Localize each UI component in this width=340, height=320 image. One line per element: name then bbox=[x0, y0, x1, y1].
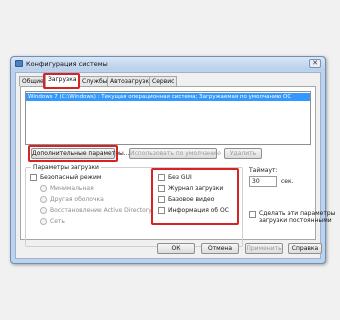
timeout-label: Таймаут: bbox=[249, 167, 278, 174]
tab-services[interactable]: Службы bbox=[79, 76, 111, 86]
ad-repair-label: Восстановление Active Directory bbox=[50, 207, 152, 214]
alternate-shell-label: Другая оболочка bbox=[50, 196, 104, 203]
system-configuration-window: Конфигурация системы ✕ Общие Загрузка Сл… bbox=[10, 56, 335, 264]
title-bar[interactable]: Конфигурация системы ✕ bbox=[11, 57, 325, 70]
network-label: Сеть bbox=[50, 218, 65, 225]
tab-general[interactable]: Общие bbox=[19, 76, 47, 86]
boot-options-legend: Параметры загрузки bbox=[31, 164, 101, 171]
os-list[interactable]: Windows 7 (C:\Windows) : Текущая операци… bbox=[25, 91, 311, 145]
base-video-checkbox[interactable] bbox=[158, 196, 165, 203]
os-boot-info-label: Информация об ОС bbox=[168, 207, 229, 214]
set-default-button[interactable]: Использовать по умолчанию bbox=[129, 148, 221, 159]
tab-tools[interactable]: Сервис bbox=[149, 76, 178, 86]
close-button[interactable]: ✕ bbox=[309, 59, 321, 68]
alternate-shell-radio[interactable] bbox=[40, 196, 47, 203]
apply-button[interactable]: Применить bbox=[245, 243, 283, 254]
timeout-input[interactable]: 30 bbox=[249, 176, 277, 187]
window-title: Конфигурация системы bbox=[26, 60, 108, 68]
boot-tab-panel: Windows 7 (C:\Windows) : Текущая операци… bbox=[20, 86, 335, 247]
no-gui-label: Без GUI bbox=[168, 174, 192, 181]
make-permanent-label-line1: Сделать эти параметры bbox=[259, 210, 336, 217]
base-video-label: Базовое видео bbox=[168, 196, 215, 203]
cancel-button[interactable]: Отмена bbox=[201, 243, 239, 254]
boot-log-label: Журнал загрузки bbox=[168, 185, 224, 192]
minimal-radio[interactable] bbox=[40, 185, 47, 192]
delete-button[interactable]: Удалить bbox=[224, 148, 262, 159]
os-boot-info-checkbox[interactable] bbox=[158, 207, 165, 214]
timeout-unit: сек. bbox=[281, 178, 294, 185]
boot-options-group: Параметры загрузки Безопасный режим Мини… bbox=[25, 164, 243, 247]
safe-boot-checkbox[interactable] bbox=[30, 174, 37, 181]
make-permanent-label-line2: загрузки постоянными bbox=[259, 217, 332, 224]
advanced-options-button[interactable]: Дополнительные параметры... bbox=[31, 148, 130, 159]
safe-boot-label: Безопасный режим bbox=[40, 174, 102, 181]
make-permanent-checkbox[interactable] bbox=[249, 211, 256, 218]
network-radio[interactable] bbox=[40, 218, 47, 225]
tab-boot[interactable]: Загрузка bbox=[45, 74, 80, 87]
help-button[interactable]: Справка bbox=[288, 243, 322, 254]
msconfig-icon bbox=[15, 60, 23, 67]
minimal-label: Минимальная bbox=[50, 185, 94, 192]
os-list-item[interactable]: Windows 7 (C:\Windows) : Текущая операци… bbox=[26, 93, 310, 101]
ad-repair-radio[interactable] bbox=[40, 207, 47, 214]
dialog-client-area: Общие Загрузка Службы Автозагрузка Серви… bbox=[15, 72, 335, 259]
ok-button[interactable]: ОК bbox=[157, 243, 195, 254]
boot-log-checkbox[interactable] bbox=[158, 185, 165, 192]
no-gui-checkbox[interactable] bbox=[158, 174, 165, 181]
